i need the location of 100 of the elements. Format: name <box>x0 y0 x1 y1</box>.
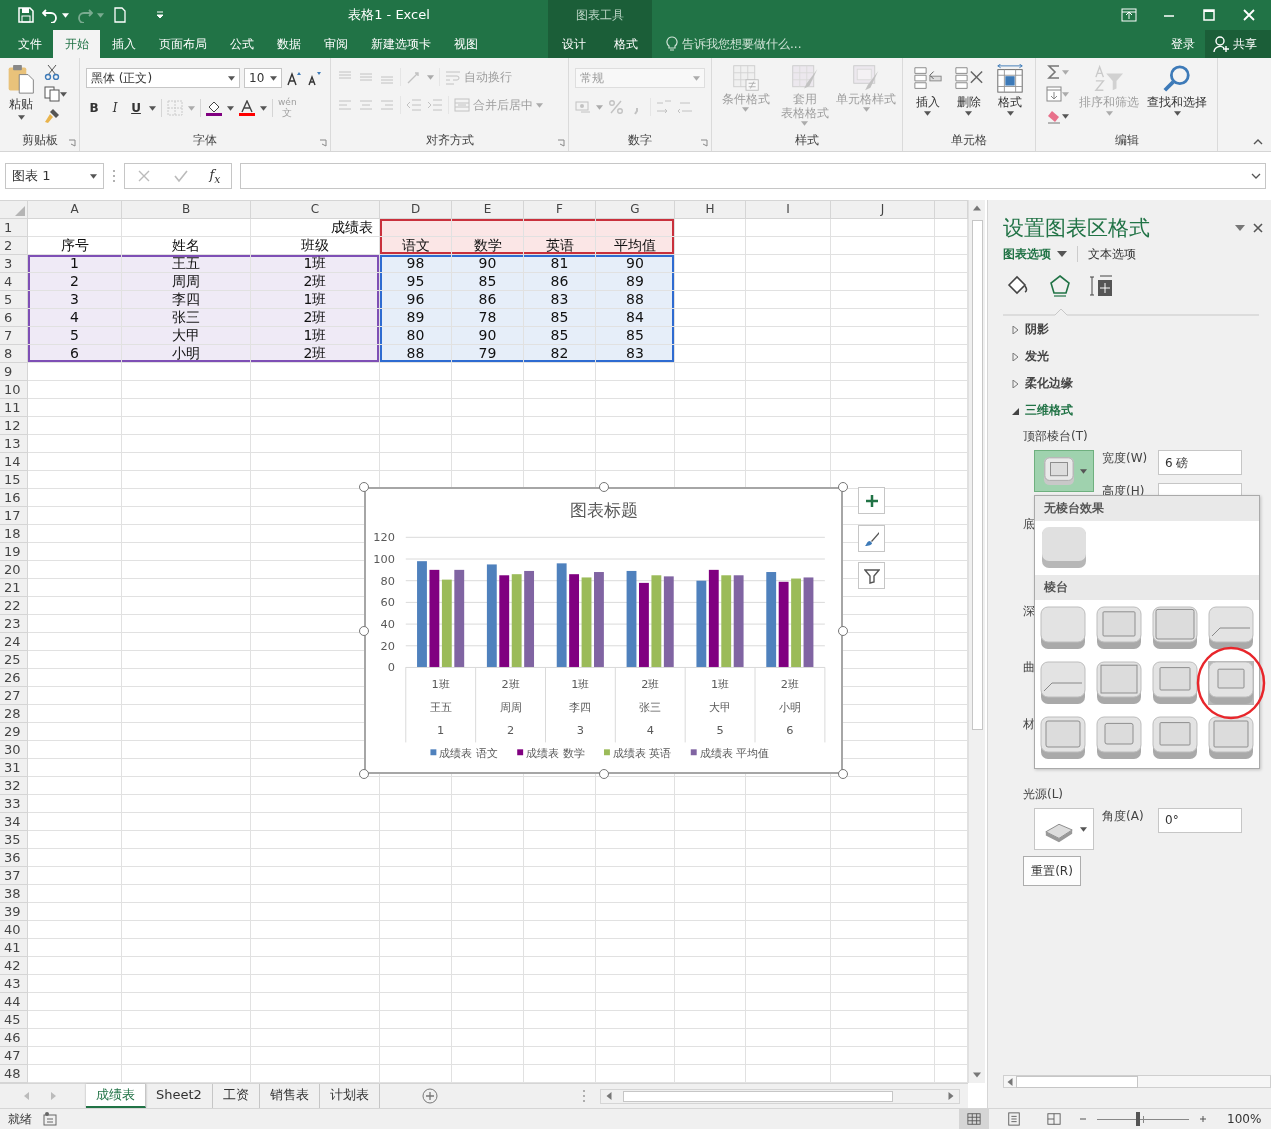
row-header[interactable]: 37 <box>0 867 28 885</box>
ribbon-tab[interactable]: 数据 <box>265 30 312 58</box>
undo-icon[interactable] <box>42 7 58 23</box>
ribbon-tab[interactable]: 设计 <box>552 30 596 58</box>
pane-icon-tab[interactable] <box>1090 274 1114 298</box>
bar[interactable] <box>778 581 789 668</box>
row-header[interactable]: 38 <box>0 885 28 903</box>
bar[interactable] <box>569 574 580 668</box>
legend-label[interactable]: 成绩表 语文 <box>439 747 498 761</box>
bar[interactable] <box>663 576 674 668</box>
bar[interactable] <box>499 575 510 668</box>
row-header[interactable]: 39 <box>0 903 28 921</box>
column-header[interactable]: H <box>675 201 746 219</box>
resize-handle[interactable] <box>838 625 848 636</box>
row-header[interactable]: 44 <box>0 993 28 1011</box>
row-header[interactable]: 40 <box>0 921 28 939</box>
resize-handle[interactable] <box>359 769 369 779</box>
bevel-option[interactable] <box>1208 606 1254 650</box>
section-header[interactable]: 柔化边缘 <box>1003 370 1271 397</box>
resize-handle[interactable] <box>598 482 609 492</box>
row-header[interactable]: 2 <box>0 237 28 255</box>
row-header[interactable]: 42 <box>0 957 28 975</box>
next-sheet-icon[interactable] <box>51 1092 56 1100</box>
row-header[interactable]: 12 <box>0 417 28 435</box>
row-header[interactable]: 27 <box>0 687 28 705</box>
dialog-launcher-icon[interactable] <box>557 139 565 147</box>
bevel-dropdown[interactable] <box>1034 450 1094 492</box>
bevel-option[interactable] <box>1096 716 1142 760</box>
row-header[interactable]: 36 <box>0 849 28 867</box>
row-header[interactable]: 1 <box>0 219 28 237</box>
row-header[interactable]: 21 <box>0 579 28 597</box>
share-button[interactable]: 共享 <box>1205 30 1271 58</box>
legend-label[interactable]: 成绩表 英语 <box>612 747 672 761</box>
bevel-option[interactable] <box>1040 606 1086 650</box>
resize-handle[interactable] <box>359 482 369 492</box>
row-header[interactable]: 6 <box>0 309 28 327</box>
row-header[interactable]: 34 <box>0 813 28 831</box>
bevel-option[interactable] <box>1040 661 1086 705</box>
row-header[interactable]: 25 <box>0 651 28 669</box>
column-header[interactable]: J <box>831 201 935 219</box>
row-header[interactable]: 29 <box>0 723 28 741</box>
bevel-option[interactable] <box>1040 716 1086 760</box>
bar[interactable] <box>454 569 465 668</box>
section-header[interactable]: 阴影 <box>1003 316 1271 343</box>
row-header[interactable]: 10 <box>0 381 28 399</box>
resize-handle[interactable] <box>598 769 609 779</box>
pane-tab[interactable]: 图表选项 <box>1003 245 1067 263</box>
paste-button[interactable]: 粘贴 <box>6 64 36 120</box>
row-header[interactable]: 20 <box>0 561 28 579</box>
legend-label[interactable]: 成绩表 平均值 <box>699 747 770 761</box>
bevel-option[interactable] <box>1096 661 1142 705</box>
new-file-icon[interactable] <box>112 7 128 23</box>
grow-font-icon[interactable] <box>286 70 302 86</box>
view-button[interactable] <box>959 1109 989 1129</box>
column-header[interactable]: C <box>251 201 380 219</box>
row-header[interactable]: 35 <box>0 831 28 849</box>
row-header[interactable]: 17 <box>0 507 28 525</box>
resize-handle[interactable] <box>838 769 848 779</box>
row-header[interactable]: 11 <box>0 399 28 417</box>
row-header[interactable]: 13 <box>0 435 28 453</box>
column-header[interactable]: G <box>596 201 675 219</box>
bevel-option[interactable] <box>1096 606 1142 650</box>
find-select-button[interactable]: 查找和选择 <box>1145 64 1209 116</box>
add-sheet-icon[interactable] <box>421 1088 438 1104</box>
section-header[interactable]: 发光 <box>1003 343 1271 370</box>
row-header[interactable]: 4 <box>0 273 28 291</box>
scroll-left-icon[interactable] <box>1006 1077 1014 1086</box>
cells-button[interactable]: 格式 <box>991 64 1029 116</box>
column-header[interactable]: I <box>746 201 831 219</box>
legend-label[interactable]: 成绩表 数学 <box>526 747 585 761</box>
bevel-option[interactable] <box>1208 661 1254 705</box>
bar[interactable] <box>429 569 440 668</box>
ribbon-tab[interactable]: 新建选项卡 <box>359 30 442 58</box>
ribbon-tab[interactable]: 插入 <box>100 30 147 58</box>
zoom-out-icon[interactable] <box>1079 1115 1087 1123</box>
drag-handle-icon[interactable] <box>581 1089 586 1103</box>
bold-button[interactable]: B <box>86 101 102 115</box>
ribbon-tab[interactable]: 公式 <box>218 30 265 58</box>
row-header[interactable]: 14 <box>0 453 28 471</box>
font-size-field[interactable]: 10 <box>244 68 282 88</box>
bar[interactable] <box>524 570 535 668</box>
copy-icon[interactable] <box>44 86 60 102</box>
column-header[interactable]: B <box>122 201 251 219</box>
chart-area[interactable]: 图表标题 0 20 40 60 80 100 120 1班 王五 1 2班 周周 2 1班 李四 3 2班 张三 4 1班 大甲 5 2班 小明 6 成绩表 语文 成绩表 数学 成绩表 英语 成绩表 平均值 <box>364 487 843 774</box>
name-box[interactable]: 图表 1 <box>5 163 104 189</box>
horizontal-scrollbar[interactable] <box>599 1088 960 1104</box>
font-color-icon[interactable] <box>239 100 255 116</box>
bevel-option[interactable] <box>1152 606 1198 650</box>
scrollbar-thumb[interactable] <box>971 220 983 730</box>
scroll-right-icon[interactable] <box>946 1092 955 1100</box>
ribbon-display-icon[interactable] <box>1121 8 1137 22</box>
row-header[interactable]: 9 <box>0 363 28 381</box>
search-field[interactable]: 告诉我您想要做什么... <box>682 30 902 58</box>
scroll-up-icon[interactable] <box>973 204 981 212</box>
ribbon-tab[interactable]: 页面布局 <box>147 30 218 58</box>
bar[interactable] <box>639 582 649 668</box>
enter-icon[interactable] <box>172 168 189 184</box>
chart-styles-button[interactable] <box>858 525 885 552</box>
save-icon[interactable] <box>18 7 34 23</box>
fill-down-icon[interactable] <box>1046 86 1062 102</box>
